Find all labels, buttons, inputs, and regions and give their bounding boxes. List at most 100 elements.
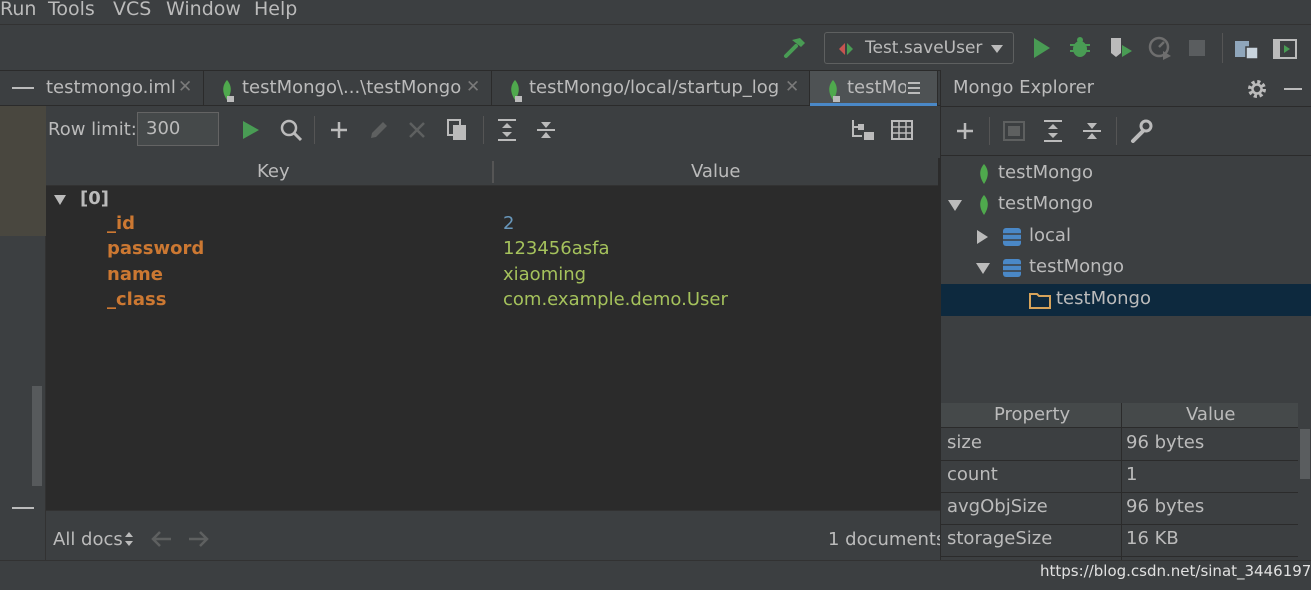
toolbar-separator [483,116,484,144]
column-divider[interactable] [1121,403,1122,560]
select-arrows-icon[interactable] [124,531,134,547]
delete-icon[interactable] [408,121,426,139]
expand-arrow-icon[interactable] [54,195,66,205]
console-icon[interactable] [1002,120,1026,142]
lock-icon [833,96,840,102]
collapse-panel-icon[interactable] [12,87,34,89]
watermark-text: https://blog.csdn.net/sinat_34461975 [1040,562,1311,580]
expand-all-icon[interactable] [495,118,519,142]
tree-node-collection-selected[interactable]: testMongo [941,284,1311,316]
menu-window[interactable]: Window [166,0,241,20]
expand-arrow-icon[interactable] [976,263,990,274]
minimize-icon[interactable] [1284,88,1302,90]
run-with-coverage-icon[interactable] [1108,35,1134,61]
property-row[interactable]: avgObjSize 96 bytes [941,493,1298,525]
close-icon[interactable]: ✕ [466,77,480,97]
table-header: Key Value [46,158,938,186]
mongo-explorer-panel: Mongo Explorer testMongo testMongo local… [940,70,1311,560]
row-key: password [107,238,205,259]
tree-view-icon[interactable] [850,118,876,142]
column-divider[interactable] [492,161,494,183]
config-type-icon [837,41,855,57]
table-view-icon[interactable] [890,119,914,141]
row-value: 123456asfa [503,238,610,259]
collapse-panel-icon[interactable] [12,507,34,509]
stop-icon[interactable] [1188,39,1206,57]
left-tool-gutter [0,106,46,560]
tab-testmongo-collection[interactable]: testMongo\...\testMongo ✕ [204,71,492,106]
property-row[interactable]: count 1 [941,461,1298,493]
tree-node-server-expanded[interactable]: testMongo [941,189,1311,221]
close-icon[interactable]: ✕ [178,77,192,97]
gear-icon[interactable] [1246,78,1268,100]
table-row[interactable]: _id 2 [46,213,936,238]
tree-node-db-testmongo[interactable]: testMongo [941,252,1311,284]
scrollbar-thumb[interactable] [32,386,42,486]
row-key: _id [107,213,136,234]
tree-node-label: testMongo [998,162,1093,183]
database-icon [1002,227,1022,247]
tree-node-label: local [1029,225,1071,246]
add-server-icon[interactable] [955,121,975,141]
expand-arrow-icon[interactable] [948,200,962,211]
execute-query-icon[interactable] [242,120,260,140]
presentation-icon[interactable] [1272,37,1298,61]
run-icon[interactable] [1032,37,1052,59]
property-name: size [947,432,982,453]
expand-all-icon[interactable] [1041,119,1065,143]
copy-icon[interactable] [445,118,469,142]
run-toolbar: Test.saveUser [0,24,1311,70]
menu-bar: Run Tools VCS Window Help [0,0,1311,24]
column-header-value[interactable]: Value [691,161,740,182]
tree-node-label: testMongo [1029,256,1124,277]
table-row[interactable]: _class com.example.demo.User [46,289,936,314]
row-key: _class [107,289,167,310]
edit-icon[interactable] [368,119,390,141]
tab-overflow-icon[interactable] [906,79,937,99]
toolbar-separator [1222,33,1223,63]
menu-vcs[interactable]: VCS [113,0,151,20]
run-configuration-select[interactable]: Test.saveUser [824,32,1014,64]
tab-label: testMongo/local/startup_log [529,77,780,98]
debug-bug-icon[interactable] [1068,35,1092,59]
tab-testmongo-iml[interactable]: testmongo.iml ✕ [46,71,204,106]
table-row[interactable]: password 123456asfa [46,238,936,263]
tree-node-db-local[interactable]: local [941,221,1311,253]
row-limit-input[interactable]: 300 [137,112,219,146]
property-row[interactable]: storageSize 16 KB [941,525,1298,557]
property-name: avgObjSize [947,496,1048,517]
build-hammer-icon[interactable] [782,35,808,61]
collapsed-arrow-icon[interactable] [977,230,988,244]
tab-startup-log[interactable]: testMongo/local/startup_log ✕ [492,71,810,106]
tab-label: testmongo.iml [46,77,176,98]
column-header-key[interactable]: Key [257,161,290,182]
next-page-icon[interactable] [187,529,211,549]
tab-testmongo-active[interactable]: testMongo [810,71,938,106]
lock-icon [227,96,234,102]
previous-page-icon[interactable] [149,529,173,549]
tree-node-server[interactable]: testMongo [941,158,1311,190]
menu-run[interactable]: Run [0,0,36,20]
column-header-value[interactable]: Value [1186,404,1235,425]
property-value: 1 [1126,464,1138,485]
wrench-icon[interactable] [1129,119,1153,143]
project-structure-icon[interactable] [1234,37,1260,61]
table-group-row[interactable]: [0] [46,188,936,213]
collapse-all-icon[interactable] [1080,119,1104,143]
close-icon[interactable]: ✕ [785,77,799,97]
doc-scope-select[interactable]: All docs [53,529,123,550]
data-toolbar: Row limit: 300 [46,106,940,158]
menu-help[interactable]: Help [254,0,297,20]
column-header-property[interactable]: Property [994,404,1070,425]
database-icon [1002,258,1022,278]
menu-tools[interactable]: Tools [48,0,95,20]
collapse-all-icon[interactable] [534,118,558,142]
bottom-status-bar: https://blog.csdn.net/sinat_34461975 [0,560,1311,590]
scrollbar-thumb[interactable] [1300,429,1310,479]
table-row[interactable]: name xiaoming [46,264,936,289]
add-icon[interactable] [329,120,349,140]
tree-node-label: testMongo [998,193,1093,214]
search-icon[interactable] [279,118,303,142]
profiler-icon[interactable] [1147,35,1173,61]
property-row[interactable]: size 96 bytes [941,429,1298,461]
